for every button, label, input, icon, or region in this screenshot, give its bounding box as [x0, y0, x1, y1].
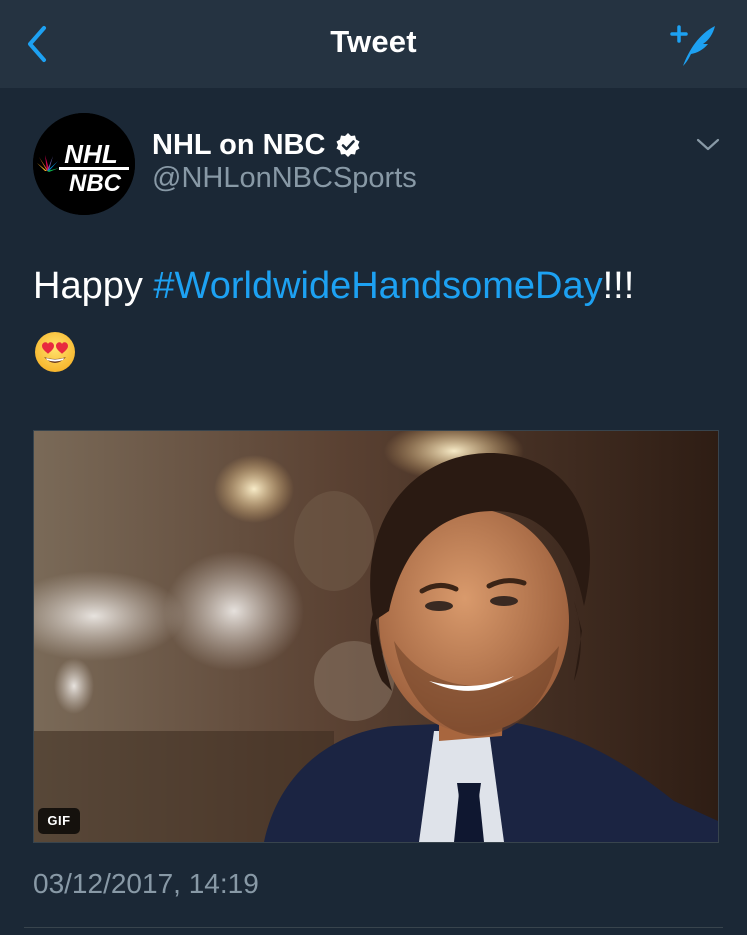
heart-eyes-emoji-icon [35, 332, 75, 372]
tweet-timestamp: 03/12/2017, 14:19 [33, 868, 259, 899]
tweet-text-suffix: !!! [602, 265, 635, 307]
divider [24, 927, 723, 928]
tweet-text-prefix: Happy [33, 265, 154, 307]
avatar-text-bottom: NBC [69, 170, 122, 197]
tweet-detail-screen: Tweet NHL NBC NHL on NBC @NHLonNBCSports… [0, 0, 747, 935]
page-title: Tweet [330, 24, 417, 59]
nhl-nbc-logo: NHL NBC [33, 113, 135, 215]
avatar[interactable]: NHL NBC [33, 113, 135, 215]
author-handle[interactable]: @NHLonNBCSports [152, 162, 417, 195]
compose-tweet-button[interactable] [667, 20, 721, 70]
tweet-options-button[interactable] [695, 134, 721, 154]
hashtag-link[interactable]: #WorldwideHandsomeDay [153, 265, 602, 307]
gif-preview-image [34, 431, 718, 842]
tweet-text: Happy #WorldwideHandsomeDay!!! [33, 262, 723, 310]
navigation-bar: Tweet [0, 0, 747, 88]
chevron-down-icon [696, 138, 720, 151]
compose-feather-icon [670, 25, 715, 66]
avatar-text-top: NHL [64, 139, 117, 169]
verified-badge-icon [336, 133, 360, 157]
gif-badge: GIF [38, 808, 80, 834]
display-name[interactable]: NHL on NBC [152, 129, 325, 162]
tweet-media-gif[interactable] [33, 430, 719, 843]
author-name-row[interactable]: NHL on NBC [152, 126, 361, 164]
